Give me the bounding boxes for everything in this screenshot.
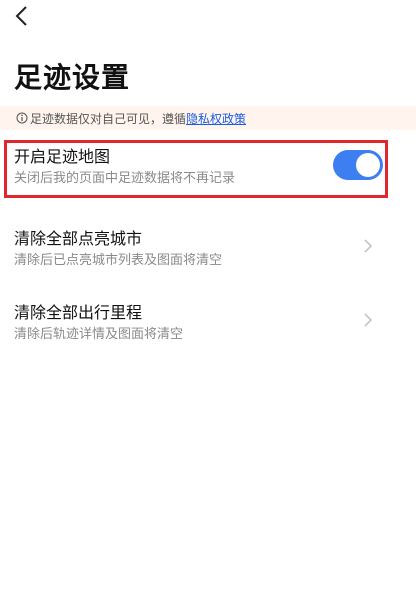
info-icon (16, 112, 28, 124)
footprint-map-setting: 开启足迹地图 关闭后我的页面中足迹数据将不再记录 (0, 140, 416, 202)
toggle-knob (356, 153, 380, 177)
footprint-map-description: 关闭后我的页面中足迹数据将不再记录 (14, 171, 236, 186)
clear-trips-setting[interactable]: 清除全部出行里程 清除后轨迹详情及图面将清空 (0, 296, 416, 358)
clear-trips-label: 清除全部出行里程 (14, 303, 143, 322)
back-button[interactable] (8, 2, 36, 30)
chevron-right-icon (364, 239, 373, 253)
chevron-left-icon (15, 6, 27, 26)
page-title: 足迹设置 (14, 61, 131, 94)
clear-cities-setting[interactable]: 清除全部点亮城市 清除后已点亮城市列表及图面将清空 (0, 222, 416, 284)
privacy-policy-link[interactable]: 隐私权政策 (186, 110, 246, 127)
footprint-map-toggle[interactable] (333, 150, 383, 180)
clear-cities-label: 清除全部点亮城市 (14, 229, 143, 248)
clear-trips-description: 清除后轨迹详情及图面将清空 (14, 327, 184, 342)
privacy-notice-text: 足迹数据仅对自己可见，遵循 (30, 111, 187, 126)
nav-bar (0, 0, 416, 36)
chevron-right-icon (364, 313, 373, 327)
footprint-map-label: 开启足迹地图 (14, 147, 111, 166)
clear-cities-description: 清除后已点亮城市列表及图面将清空 (14, 253, 223, 268)
privacy-notice: 足迹数据仅对自己可见，遵循 隐私权政策 (0, 106, 416, 130)
